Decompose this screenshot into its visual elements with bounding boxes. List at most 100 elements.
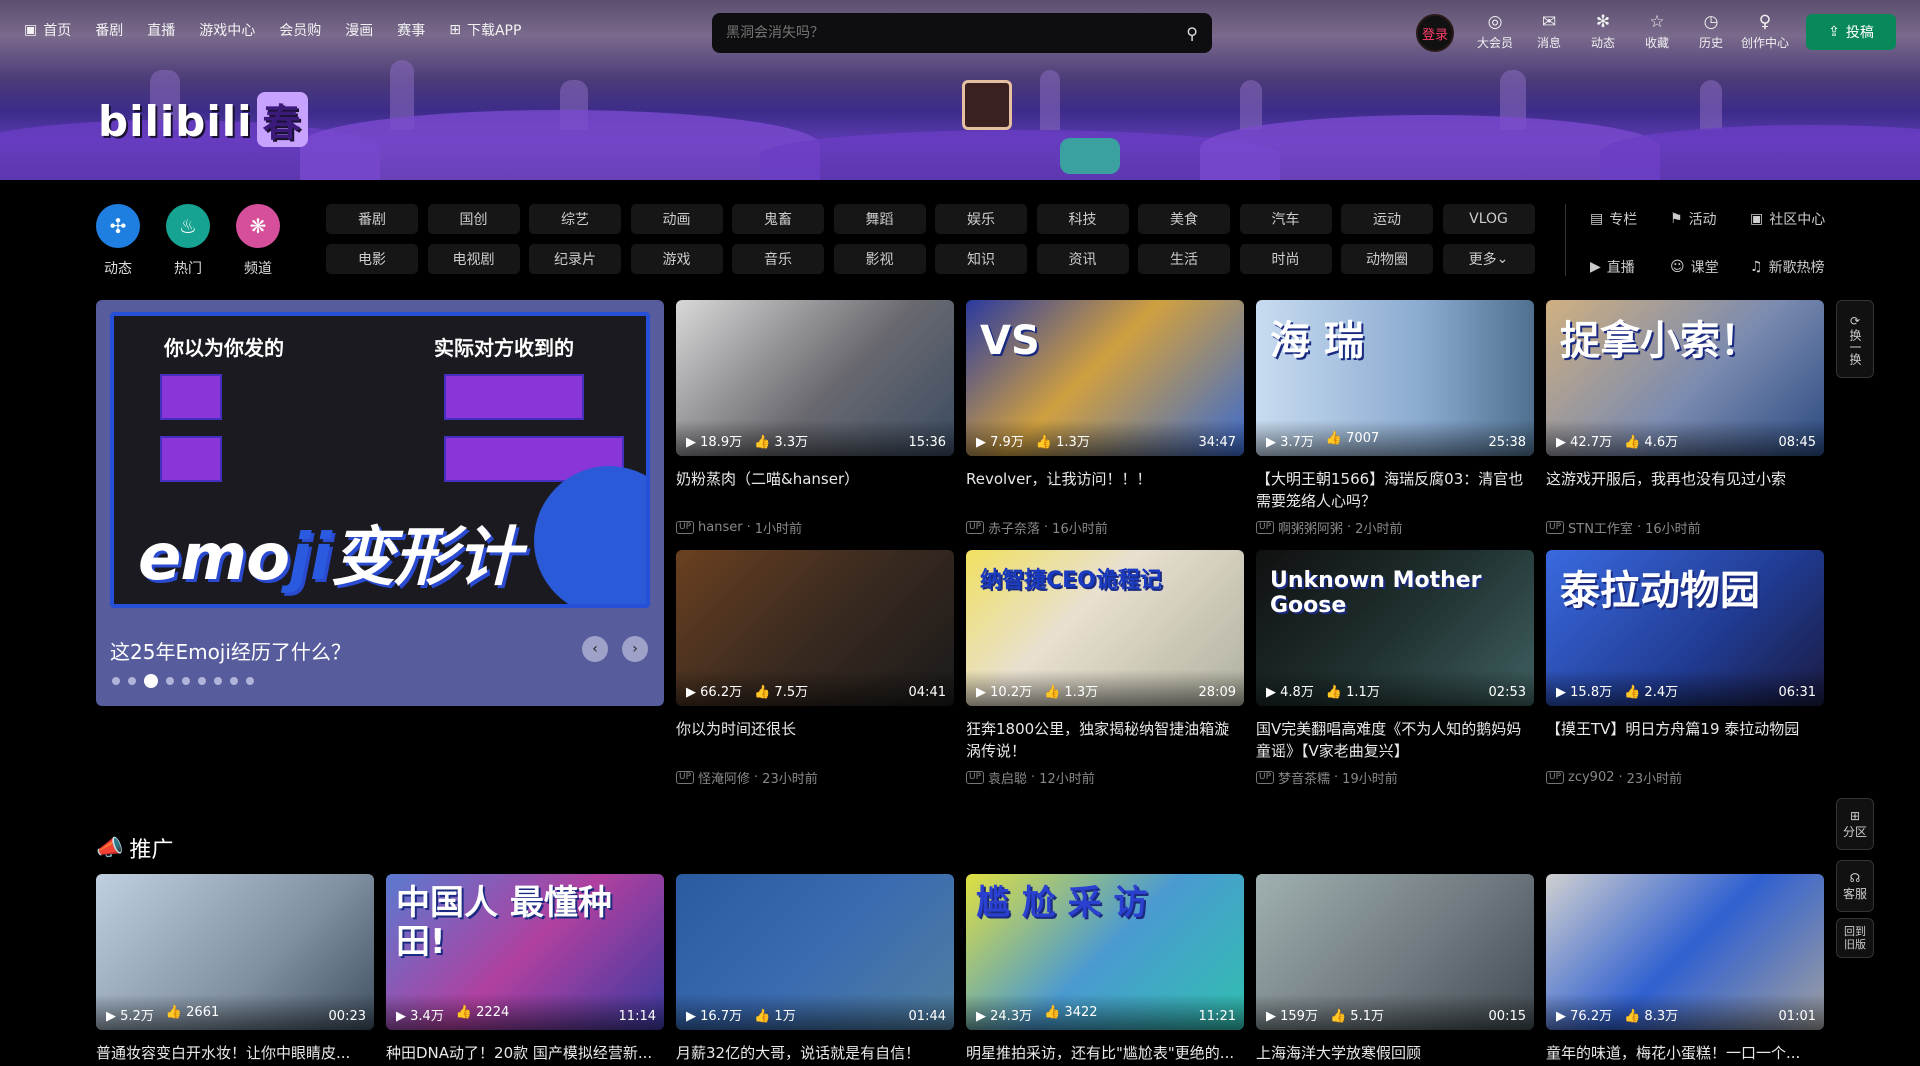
video-thumbnail[interactable]: 尴 尬 采 访 ▶ 24.3万 👍 3422 11:21 — [966, 874, 1244, 1030]
old-version-button[interactable]: 回到旧版 — [1836, 918, 1874, 958]
uploader-name[interactable]: zcy902 — [1568, 770, 1614, 785]
category-item[interactable]: 科技 — [1036, 204, 1129, 234]
carousel-dot[interactable] — [214, 677, 222, 685]
video-title[interactable]: 【摸王TV】明日方舟篇19 泰拉动物园 — [1546, 718, 1824, 762]
category-item[interactable]: 资讯 — [1036, 244, 1129, 274]
video-card[interactable]: 纳智捷CEO诡程记 ▶ 10.2万 👍 1.3万 28:09 狂奔1800公里，… — [966, 550, 1244, 787]
nav-manga[interactable]: 漫画 — [345, 20, 373, 40]
category-item[interactable]: 影视 — [833, 244, 926, 274]
customer-service-button[interactable]: ☊ 客服 — [1836, 860, 1874, 912]
nav-messages[interactable]: ✉ 消息 — [1522, 12, 1576, 51]
category-item[interactable]: 汽车 — [1239, 204, 1332, 234]
category-item[interactable]: 生活 — [1138, 244, 1230, 274]
carousel-dot[interactable] — [166, 677, 174, 685]
carousel-dot[interactable] — [144, 674, 158, 688]
category-item[interactable]: 综艺 — [529, 204, 621, 234]
bilibili-logo[interactable]: bilibili 春 — [98, 92, 308, 147]
video-card[interactable]: ▶ 18.9万 👍 3.3万 15:36 奶粉蒸肉（二喵&hanser） UP h… — [676, 300, 954, 537]
category-item[interactable]: 动画 — [630, 204, 723, 234]
nav-mall[interactable]: 会员购 — [279, 20, 321, 40]
video-title[interactable]: 童年的味道，梅花小蛋糕！一口一个... — [1546, 1042, 1824, 1066]
video-thumbnail[interactable]: ▶ 76.2万 👍 8.3万 01:01 — [1546, 874, 1824, 1030]
video-title[interactable]: 普通妆容变白开水妆！让你中眼睛皮... — [96, 1042, 374, 1066]
category-item[interactable]: 音乐 — [732, 244, 824, 274]
refresh-button[interactable]: ⟳ 换一换 — [1836, 300, 1874, 378]
category-item[interactable]: 时尚 — [1239, 244, 1332, 274]
link-activity[interactable]: ⚑ 活动 — [1670, 204, 1750, 234]
category-item[interactable]: 国创 — [427, 204, 520, 234]
category-item[interactable]: 鬼畜 — [732, 204, 824, 234]
channel-dynamic[interactable]: ✣ 动态 — [96, 204, 140, 278]
video-card[interactable]: ▶ 16.7万 👍 1万 01:44 月薪32亿的大哥，说话就是有自信！ — [676, 874, 954, 1066]
category-item[interactable]: 电视剧 — [427, 244, 520, 274]
video-card[interactable]: 中国人 最懂种田! ▶ 3.4万 👍 2224 11:14 种田DNA动了！20… — [386, 874, 664, 1066]
video-title[interactable]: 奶粉蒸肉（二喵&hanser） — [676, 468, 954, 512]
category-item[interactable]: 美食 — [1138, 204, 1230, 234]
upload-button[interactable]: ⇪ 投稿 — [1806, 14, 1896, 50]
uploader-name[interactable]: 怪淹阿修 — [698, 768, 750, 787]
video-thumbnail[interactable]: 海 瑞 ▶ 3.7万 👍 7007 25:38 — [1256, 300, 1534, 456]
uploader-name[interactable]: 啊粥粥阿粥 — [1278, 518, 1343, 537]
video-card[interactable]: 尴 尬 采 访 ▶ 24.3万 👍 3422 11:21 明星推拍采访，还有比"… — [966, 874, 1244, 1066]
nav-history[interactable]: ◷ 历史 — [1684, 12, 1738, 51]
banner-caption[interactable]: 这25年Emoji经历了什么？ — [110, 636, 351, 665]
video-thumbnail[interactable]: 中国人 最懂种田! ▶ 3.4万 👍 2224 11:14 — [386, 874, 664, 1030]
category-item[interactable]: 电影 — [326, 244, 418, 274]
carousel-dot[interactable] — [198, 677, 206, 685]
video-title[interactable]: 明星推拍采访，还有比"尴尬表"更绝的... — [966, 1042, 1244, 1066]
video-thumbnail[interactable]: 纳智捷CEO诡程记 ▶ 10.2万 👍 1.3万 28:09 — [966, 550, 1244, 706]
category-item[interactable]: 游戏 — [630, 244, 723, 274]
category-item[interactable]: 知识 — [935, 244, 1027, 274]
video-title[interactable]: 狂奔1800公里，独家揭秘纳智捷油箱漩涡传说！ — [966, 718, 1244, 762]
carousel-banner[interactable]: 你以为你发的 实际对方收到的 emoji变形计 这25年Emoji经历了什么？ … — [96, 300, 664, 706]
category-item[interactable]: 纪录片 — [529, 244, 621, 274]
category-item[interactable]: 舞蹈 — [833, 204, 926, 234]
video-title[interactable]: 上海海洋大学放寒假回顾 — [1256, 1042, 1534, 1066]
link-column[interactable]: ▤ 专栏 — [1590, 204, 1670, 234]
video-card[interactable]: 泰拉动物园 ▶ 15.8万 👍 2.4万 06:31 【摸王TV】明日方舟篇19… — [1546, 550, 1824, 787]
carousel-dot[interactable] — [112, 677, 120, 685]
uploader-name[interactable]: 赤子奈落 — [988, 518, 1040, 537]
zone-button[interactable]: ⊞ 分区 — [1836, 798, 1874, 850]
nav-creator-center[interactable]: ♀ 创作中心 — [1738, 12, 1792, 51]
nav-vip[interactable]: ◎ 大会员 — [1468, 12, 1522, 51]
nav-home[interactable]: ▣ 首页 — [24, 20, 71, 40]
link-live[interactable]: ▶ 直播 — [1590, 252, 1670, 282]
video-card[interactable]: ▶ 5.2万 👍 2661 00:23 普通妆容变白开水妆！让你中眼睛皮... — [96, 874, 374, 1066]
video-title[interactable]: 你以为时间还很长 — [676, 718, 954, 762]
nav-game-center[interactable]: 游戏中心 — [199, 20, 255, 40]
carousel-dot[interactable] — [230, 677, 238, 685]
search-input[interactable] — [726, 25, 1187, 41]
nav-download-app[interactable]: ⊞ 下载APP — [449, 20, 521, 40]
video-thumbnail[interactable]: ▶ 5.2万 👍 2661 00:23 — [96, 874, 374, 1030]
video-title[interactable]: 月薪32亿的大哥，说话就是有自信！ — [676, 1042, 954, 1066]
video-thumbnail[interactable]: VS ▶ 7.9万 👍 1.3万 34:47 — [966, 300, 1244, 456]
link-community[interactable]: ▣ 社区中心 — [1750, 204, 1860, 234]
uploader-name[interactable]: hanser — [698, 520, 743, 535]
nav-live[interactable]: 直播 — [147, 20, 175, 40]
video-card[interactable]: 海 瑞 ▶ 3.7万 👍 7007 25:38 【大明王朝1566】海瑞反腐03… — [1256, 300, 1534, 537]
video-card[interactable]: ▶ 66.2万 👍 7.5万 04:41 你以为时间还很长 UP 怪淹阿修 · 23小… — [676, 550, 954, 787]
video-title[interactable]: 国V完美翻唱高难度《不为人知的鹅妈妈童谣》【V家老曲复兴】 — [1256, 718, 1534, 762]
video-title[interactable]: Revolver，让我访问！！！ — [966, 468, 1244, 512]
banner-next-button[interactable]: › — [622, 636, 648, 662]
video-card[interactable]: ▶ 159万 👍 5.1万 00:15 上海海洋大学放寒假回顾 — [1256, 874, 1534, 1066]
category-item[interactable]: 娱乐 — [935, 204, 1027, 234]
login-button[interactable]: 登录 — [1416, 14, 1454, 52]
video-thumbnail[interactable]: ▶ 159万 👍 5.1万 00:15 — [1256, 874, 1534, 1030]
video-card[interactable]: Unknown Mother Goose ▶ 4.8万 👍 1.1万 02:53… — [1256, 550, 1534, 787]
nav-dynamic[interactable]: ✻ 动态 — [1576, 12, 1630, 51]
link-new-songs[interactable]: ♫ 新歌热榜 — [1750, 252, 1860, 282]
carousel-dot[interactable] — [246, 677, 254, 685]
nav-favorites[interactable]: ☆ 收藏 — [1630, 12, 1684, 51]
carousel-dot[interactable] — [182, 677, 190, 685]
video-thumbnail[interactable]: ▶ 18.9万 👍 3.3万 15:36 — [676, 300, 954, 456]
video-title[interactable]: 这游戏开服后，我再也没有见过小索 — [1546, 468, 1824, 512]
uploader-name[interactable]: STN工作室 — [1568, 518, 1633, 537]
category-more[interactable]: 更多 ⌄ — [1442, 244, 1535, 274]
video-thumbnail[interactable]: 泰拉动物园 ▶ 15.8万 👍 2.4万 06:31 — [1546, 550, 1824, 706]
uploader-name[interactable]: 袁启聪 — [988, 768, 1027, 787]
video-title[interactable]: 【大明王朝1566】海瑞反腐03：清官也需要笼络人心吗？ — [1256, 468, 1534, 512]
banner-prev-button[interactable]: ‹ — [582, 636, 608, 662]
video-thumbnail[interactable]: ▶ 16.7万 👍 1万 01:44 — [676, 874, 954, 1030]
